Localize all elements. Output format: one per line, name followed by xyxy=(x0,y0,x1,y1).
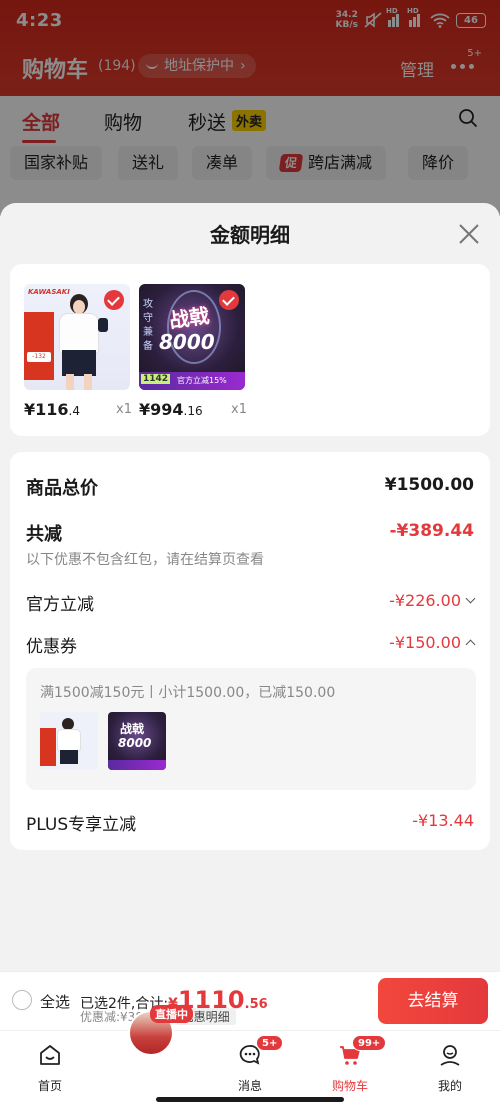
product-qty-2: x1 xyxy=(231,402,247,417)
model-hair xyxy=(62,718,74,730)
checked-icon xyxy=(219,290,239,310)
product-side-text: 攻守兼备 xyxy=(143,299,153,352)
checkout-button[interactable]: 去结算 xyxy=(378,978,488,1024)
products-card: KAWASAKI 攻守兼备 战戟 8000 1142 官方立减15% xyxy=(10,264,490,436)
price-decimal: .16 xyxy=(183,404,203,418)
product-title-art: 战戟 xyxy=(167,303,211,333)
chevron-down-icon xyxy=(465,593,476,604)
chevron-up-icon xyxy=(465,639,476,650)
plus-reduce-value: -¥13.44 xyxy=(412,811,474,830)
product-price-2: ¥994.16 xyxy=(139,400,203,419)
shorts xyxy=(62,350,96,376)
product-image-1: KAWASAKI xyxy=(24,284,130,390)
product-number-art: 8000 xyxy=(159,330,215,354)
coupon-row[interactable]: -¥150.00 xyxy=(389,633,476,652)
select-all-radio[interactable] xyxy=(12,990,32,1010)
total-reduce-label: 共减 xyxy=(26,524,62,545)
thumb-title-art: 战戟 xyxy=(120,722,145,736)
nav-cart-label: 购物车 xyxy=(331,1079,368,1093)
product-qty-1: x1 xyxy=(116,402,132,417)
shorts xyxy=(60,750,78,764)
coupon-detail-text: 满1500减150元丨小计1500.00，已减150.00 xyxy=(40,685,336,701)
goods-total-label: 商品总价 xyxy=(26,478,98,499)
home-icon xyxy=(40,1045,60,1065)
brand-logo: KAWASAKI xyxy=(28,288,70,296)
product-price-tag: 1142 xyxy=(141,374,171,384)
promo-box xyxy=(40,728,56,766)
leg xyxy=(66,374,74,390)
product-promo-bar: 1142 官方立减15% xyxy=(139,372,245,390)
shirt xyxy=(60,314,98,352)
app-root: 4:23 34.2 KB/s HD HD 46 购物车 (194) 地址保护中 ›… xyxy=(0,0,500,1111)
sheet-title: 金额明细 xyxy=(210,223,290,247)
product-promo-text: 官方立减15% xyxy=(177,376,227,385)
price-main: ¥116 xyxy=(24,400,69,419)
coupon-product-thumb-2: 战戟 8000 xyxy=(108,712,166,770)
checked-icon xyxy=(104,290,124,310)
official-reduce-value: -¥226.00 xyxy=(389,591,461,610)
thumb-number-art: 8000 xyxy=(118,736,152,750)
coupon-detail-box: 满1500减150元丨小计1500.00，已减150.00 战戟 8000 xyxy=(26,668,476,790)
checkout-bar: 全选 已选2件,合计:¥1110.56 优惠减:¥389.44 优惠明细 去结算 xyxy=(0,971,500,1030)
summary-card: 商品总价 ¥1500.00 共减 -¥389.44 以下优惠不包含红包，请在结算… xyxy=(10,452,490,850)
cart-badge: 99+ xyxy=(352,1035,387,1051)
nav-profile-label: 我的 xyxy=(437,1079,462,1093)
model-face xyxy=(73,300,85,314)
price-main: ¥994 xyxy=(139,400,184,419)
profile-icon xyxy=(440,1045,460,1066)
total-decimal: .56 xyxy=(244,997,268,1012)
modal-overlay[interactable] xyxy=(0,0,500,216)
messages-badge: 5+ xyxy=(256,1035,284,1051)
armband xyxy=(98,318,108,332)
plus-reduce-label: PLUS专享立减 xyxy=(26,815,137,835)
nav-messages-label: 消息 xyxy=(237,1079,262,1093)
leg xyxy=(84,374,92,390)
select-all-label[interactable]: 全选 xyxy=(40,991,70,1012)
live-tag: 直播中 xyxy=(150,1005,193,1023)
price-decimal: .4 xyxy=(68,404,80,418)
promo-box xyxy=(24,312,54,380)
coupon-label: 优惠券 xyxy=(26,637,77,657)
official-reduce-row[interactable]: -¥226.00 xyxy=(389,591,476,610)
home-indicator xyxy=(156,1097,344,1102)
coupon-product-thumb-1 xyxy=(40,712,98,770)
official-reduce-label: 官方立减 xyxy=(26,595,94,615)
shirt xyxy=(58,730,80,752)
coupon-value: -¥150.00 xyxy=(389,633,461,652)
thumb-promo-bar xyxy=(108,760,166,770)
close-icon[interactable] xyxy=(458,223,480,245)
product-image-2: 攻守兼备 战戟 8000 1142 官方立减15% xyxy=(139,284,245,390)
goods-total-value: ¥1500.00 xyxy=(384,475,474,495)
amount-detail-sheet: 金额明细 KAWASAKI 攻守兼备 战戟 8000 xyxy=(0,203,500,971)
product-price-1: ¥116.4 xyxy=(24,400,80,419)
reduce-note: 以下优惠不包含红包，请在结算页查看 xyxy=(26,552,264,568)
total-reduce-value: -¥389.44 xyxy=(389,521,475,541)
nav-home-label: 首页 xyxy=(37,1079,62,1093)
